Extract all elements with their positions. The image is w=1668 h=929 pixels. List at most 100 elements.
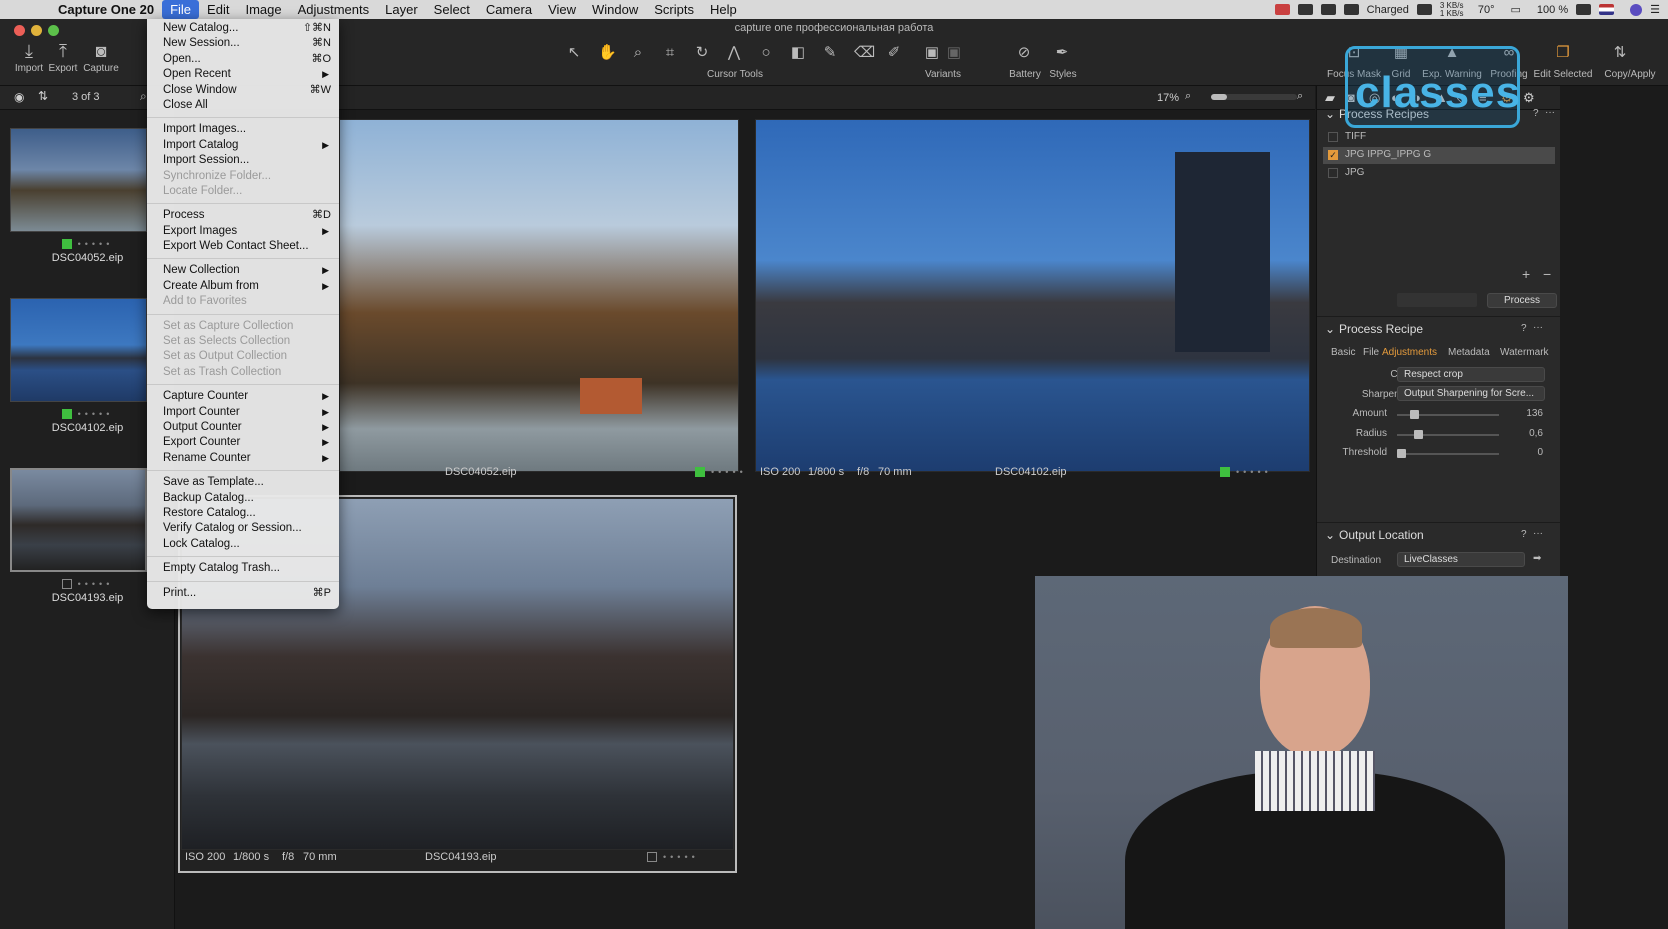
empty-tag-icon[interactable] (61, 579, 72, 590)
battery-tool-icon[interactable]: ⊘ (1016, 45, 1032, 61)
slider-handle[interactable] (1414, 430, 1423, 439)
gradient-mask-icon[interactable]: ◧ (790, 45, 806, 61)
menu-item-import-session[interactable]: Import Session... (147, 153, 339, 168)
menu-item-new-session[interactable]: New Session... ⌘N (147, 36, 339, 51)
menu-camera[interactable]: Camera (478, 0, 540, 19)
green-tag-icon[interactable] (695, 467, 705, 478)
brush-icon[interactable]: ✎ (822, 45, 838, 61)
menu-item-print[interactable]: Print... ⌘P (147, 586, 339, 601)
keystone-icon[interactable]: ⋀ (726, 45, 742, 61)
more-options-icon[interactable]: ··· (1545, 107, 1555, 118)
photo-rating[interactable]: ••••• (695, 466, 747, 478)
library-tab-icon[interactable]: ▰ (1325, 90, 1335, 106)
slider-handle[interactable] (1410, 410, 1419, 419)
battery-full-icon[interactable] (1576, 4, 1592, 15)
destination-select[interactable]: LiveClasses (1397, 552, 1525, 567)
menu-window[interactable]: Window (584, 0, 646, 19)
zoom-out-icon[interactable]: ⌕ (1185, 90, 1191, 103)
crop-select[interactable]: Respect crop (1397, 367, 1545, 382)
menu-item-import-images[interactable]: Import Images... (147, 122, 339, 137)
menu-item-rename-counter[interactable]: Rename Counter ▶ (147, 451, 339, 466)
input-source-flag-icon[interactable] (1599, 4, 1615, 15)
menu-item-save-as-template[interactable]: Save as Template... (147, 475, 339, 490)
styles-brush-icon[interactable]: ✒ (1054, 45, 1070, 61)
menu-item-open[interactable]: Open... ⌘O (147, 52, 339, 67)
menu-edit[interactable]: Edit (199, 0, 237, 19)
menu-adjustments[interactable]: Adjustments (290, 0, 378, 19)
display-icon[interactable] (1297, 4, 1313, 15)
slider-track[interactable] (1397, 453, 1499, 455)
menu-item-output-counter[interactable]: Output Counter ▶ (147, 420, 339, 435)
recipe-row-selected[interactable]: ✓ JPG IPPG_IPPG G (1323, 147, 1555, 164)
remove-recipe-icon[interactable]: − (1543, 266, 1551, 282)
siri-icon[interactable] (1630, 3, 1643, 16)
menu-item-export-counter[interactable]: Export Counter ▶ (147, 435, 339, 450)
menu-app-name[interactable]: Capture One 20 (50, 0, 162, 19)
menu-select[interactable]: Select (426, 0, 478, 19)
eraser-icon[interactable]: ⌫ (854, 45, 875, 61)
menu-image[interactable]: Image (237, 0, 289, 19)
menu-help[interactable]: Help (702, 0, 745, 19)
menu-item-new-catalog[interactable]: New Catalog... ⇧⌘N (147, 21, 339, 36)
copy-apply-icon[interactable]: ⇅ (1612, 45, 1628, 61)
slider-track[interactable] (1397, 434, 1499, 436)
empty-tag-icon[interactable] (647, 852, 657, 863)
export-button[interactable]: ⤒ Export (48, 41, 78, 74)
more-options-icon[interactable]: ··· (1533, 528, 1543, 539)
slider-value[interactable]: 0 (1507, 447, 1543, 458)
monitor-icon[interactable] (1416, 4, 1432, 15)
import-button[interactable]: ⤓ Import (14, 41, 44, 74)
tab-basic[interactable]: Basic (1331, 347, 1355, 358)
thumbnail-selected[interactable] (10, 468, 147, 572)
green-tag-icon[interactable] (61, 239, 72, 250)
menu-file[interactable]: File (162, 0, 200, 19)
thumbnail[interactable] (10, 298, 147, 402)
menu-item-open-recent[interactable]: Open Recent ▶ (147, 67, 339, 82)
edit-selected-icon[interactable]: ❐ (1555, 45, 1571, 61)
photo-rating[interactable]: ••••• (647, 851, 699, 863)
zoom-slider[interactable] (1211, 94, 1297, 100)
notification-center-icon[interactable]: ☰ (1650, 3, 1660, 16)
photo-rating[interactable]: ••••• (1220, 466, 1272, 478)
select-cursor-icon[interactable]: ↖ (566, 45, 582, 61)
more-options-icon[interactable]: ··· (1533, 322, 1543, 333)
recipe-row[interactable]: TIFF (1323, 129, 1555, 146)
menu-item-process[interactable]: Process ⌘D (147, 208, 339, 223)
menu-item-restore-catalog[interactable]: Restore Catalog... (147, 506, 339, 521)
collapse-chevron-icon[interactable]: ⌄ (1325, 322, 1335, 336)
menu-item-capture-counter[interactable]: Capture Counter ▶ (147, 389, 339, 404)
menu-item-import-catalog[interactable]: Import Catalog ▶ (147, 138, 339, 153)
menu-item-export-web-contact-sheet[interactable]: Export Web Contact Sheet... (147, 239, 339, 254)
menu-item-close-window[interactable]: Close Window ⌘W (147, 83, 339, 98)
tab-file[interactable]: File (1363, 347, 1379, 358)
help-icon[interactable]: ? (1521, 323, 1527, 334)
menu-item-lock-catalog[interactable]: Lock Catalog... (147, 537, 339, 552)
spot-removal-icon[interactable]: ○ (758, 45, 774, 61)
help-icon[interactable]: ? (1521, 529, 1527, 540)
battery-icon[interactable] (1343, 4, 1359, 15)
slider-handle[interactable] (1397, 449, 1406, 458)
zoom-in-icon[interactable]: ⌕ (1297, 90, 1303, 103)
collapse-chevron-icon[interactable]: ⌄ (1325, 107, 1335, 121)
menu-item-close-all[interactable]: Close All (147, 98, 339, 113)
tab-metadata[interactable]: Metadata (1448, 347, 1490, 358)
recipe-checkbox[interactable] (1328, 168, 1338, 178)
view-eye-icon[interactable]: ◉ (14, 90, 24, 104)
menu-item-import-counter[interactable]: Import Counter ▶ (147, 405, 339, 420)
green-tag-icon[interactable] (1220, 467, 1230, 478)
pan-hand-icon[interactable]: ✋ (598, 45, 617, 61)
menu-item-new-collection[interactable]: New Collection ▶ (147, 263, 339, 278)
batch-tab-icon[interactable]: ⚙ (1523, 90, 1535, 106)
menu-scripts[interactable]: Scripts (646, 0, 702, 19)
recipe-checkbox[interactable] (1328, 132, 1338, 142)
help-icon[interactable]: ? (1533, 108, 1539, 119)
recipe-row[interactable]: JPG (1323, 165, 1555, 182)
sharpening-select[interactable]: Output Sharpening for Scre... (1397, 386, 1545, 401)
airplay-icon[interactable]: ▭ (1511, 3, 1521, 16)
process-button[interactable]: Process (1487, 293, 1557, 308)
capture-button[interactable]: ◙ Capture (82, 41, 120, 74)
menu-item-create-album-from[interactable]: Create Album from ▶ (147, 279, 339, 294)
crop-icon[interactable]: ⌗ (662, 45, 678, 61)
browser-search-icon[interactable]: ⌕ (140, 89, 147, 104)
new-variant-icon[interactable]: ▣ (924, 45, 940, 61)
